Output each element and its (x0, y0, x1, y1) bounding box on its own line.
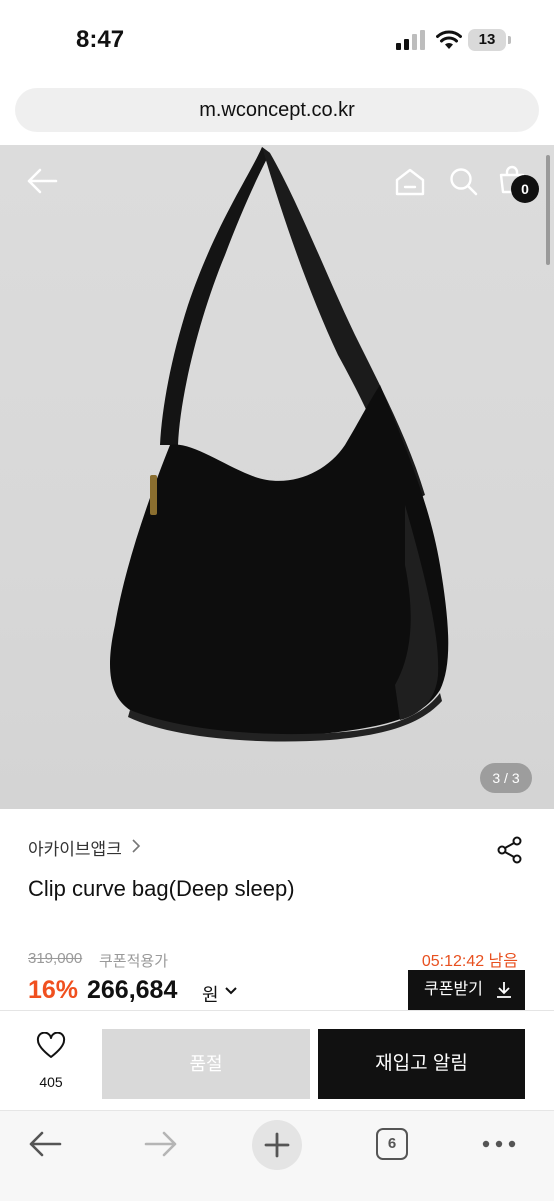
battery-indicator: 13 (468, 29, 506, 51)
share-icon[interactable] (496, 836, 524, 864)
currency-label[interactable]: 원 (202, 981, 219, 1007)
coupon-price-label: 쿠폰적용가 (99, 953, 169, 970)
tabs-button[interactable]: 6 (376, 1128, 408, 1160)
heart-icon[interactable] (36, 1032, 66, 1060)
more-icon[interactable] (482, 1140, 516, 1148)
status-time: 8:47 (76, 26, 125, 53)
home-icon[interactable] (394, 167, 426, 197)
download-coupon-button[interactable]: 쿠폰받기 (408, 970, 525, 1010)
discount-rate: 16% (28, 976, 79, 1004)
status-bar: 8:47 13 (0, 0, 554, 80)
product-gallery[interactable]: 0 3 / 3 (0, 145, 554, 809)
chevron-right-icon[interactable] (130, 838, 142, 854)
cart-count-badge: 0 (511, 175, 539, 203)
soldout-button[interactable]: 품절 (102, 1029, 310, 1099)
back-arrow-icon[interactable] (26, 167, 58, 195)
product-image (110, 147, 550, 742)
new-tab-button[interactable] (252, 1120, 302, 1170)
download-icon (497, 982, 511, 998)
signal-icon (396, 30, 425, 50)
wifi-icon (436, 30, 462, 49)
gallery-counter: 3 / 3 (480, 763, 532, 793)
address-bar[interactable]: m.wconcept.co.kr (15, 88, 539, 132)
like-count: 405 (39, 1074, 63, 1090)
coupon-button-label: 쿠폰받기 (424, 981, 483, 998)
browser-back-icon[interactable] (28, 1130, 62, 1158)
brand-link[interactable]: 아카이브앱크 (28, 835, 122, 860)
sale-price: 266,684 (87, 976, 178, 1004)
battery-tip (508, 36, 511, 44)
restock-alert-button[interactable]: 재입고 알림 (318, 1029, 525, 1099)
plus-icon (264, 1132, 290, 1158)
chevron-down-icon[interactable] (224, 986, 238, 996)
product-title: Clip curve bag(Deep sleep) (28, 876, 295, 901)
browser-forward-icon[interactable] (144, 1130, 178, 1158)
countdown-timer: 05:12:42 남음 (421, 953, 518, 970)
search-icon[interactable] (449, 167, 479, 197)
original-price: 319,000 (28, 950, 83, 967)
